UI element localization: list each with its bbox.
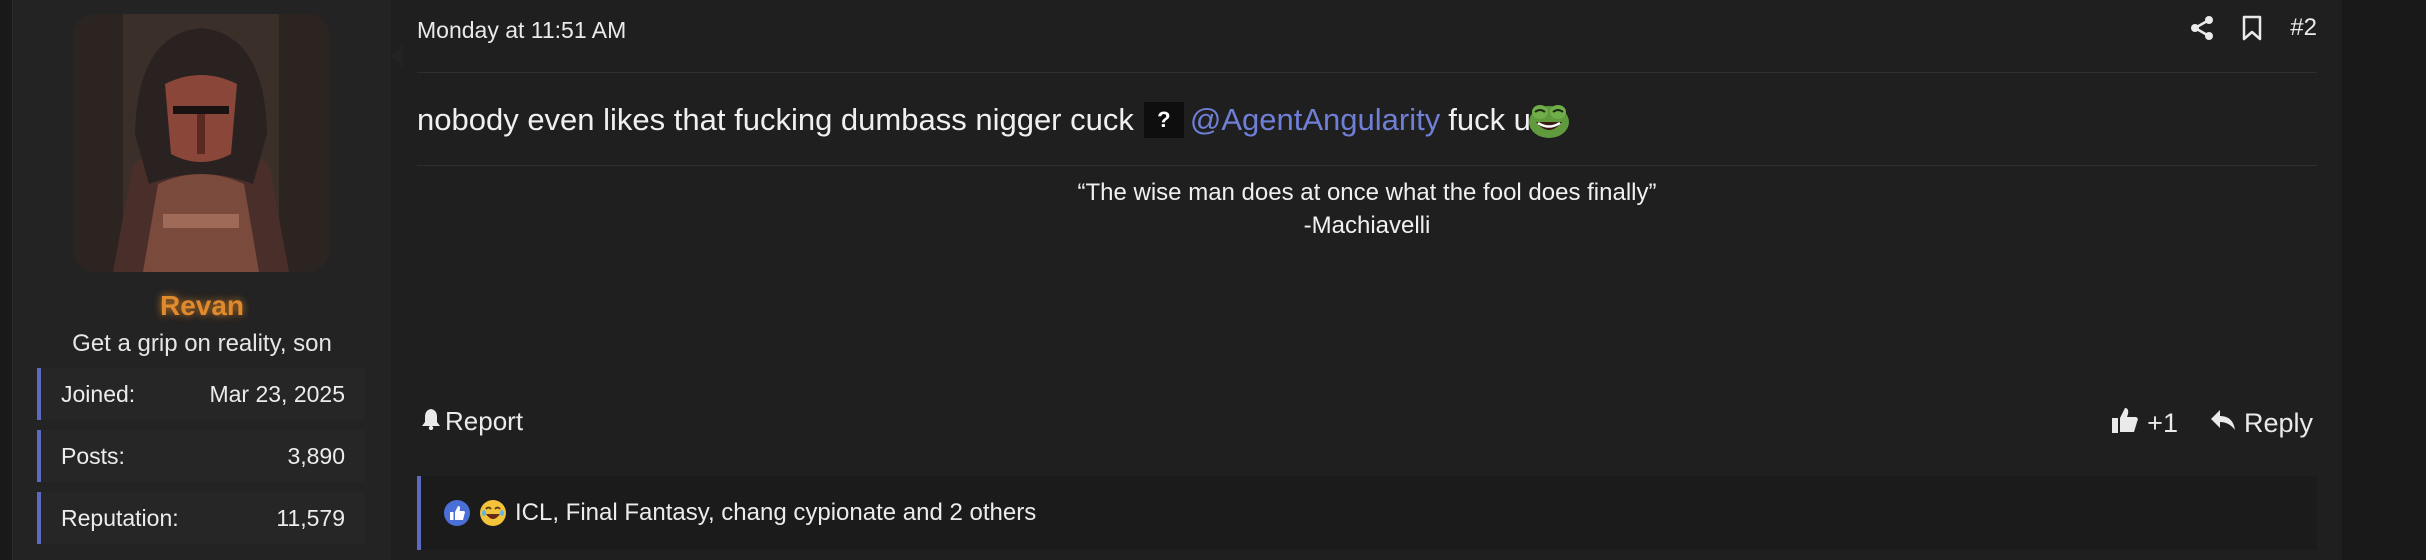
- signature: “The wise man does at once what the fool…: [417, 176, 2317, 242]
- avatar[interactable]: [73, 14, 329, 272]
- reply-icon: [2210, 408, 2236, 439]
- reactions-bar[interactable]: ICL, Final Fantasy, chang cypionate and …: [417, 476, 2317, 550]
- stat-posts: Posts: 3,890: [37, 430, 365, 482]
- signature-author: -Machiavelli: [1303, 212, 1431, 239]
- unknown-glyph: ?: [1143, 102, 1184, 138]
- reply-label: Reply: [2243, 408, 2313, 438]
- signature-quote: “The wise man does at once what the fool…: [1077, 179, 1657, 206]
- stat-label: Joined:: [61, 380, 136, 407]
- bookmark-icon[interactable]: [2242, 15, 2262, 41]
- post-footer-actions: +1 Reply: [2111, 406, 2313, 441]
- page-background-strip: [2342, 0, 2426, 560]
- post-message: nobody even likes that fucking dumbass n…: [417, 100, 1571, 140]
- avatar-image: [73, 14, 329, 272]
- stat-value: 11,579: [276, 504, 345, 531]
- like-icon: [443, 499, 471, 527]
- user-title: Get a grip on reality, son: [72, 330, 332, 357]
- user-mention-link[interactable]: @AgentAngularity: [1190, 102, 1440, 138]
- stat-value: 3,890: [287, 442, 345, 469]
- post-header-actions: #2: [2190, 14, 2317, 42]
- stat-reputation: Reputation: 11,579: [37, 492, 365, 544]
- report-button[interactable]: Report: [421, 406, 523, 437]
- user-info-panel: Revan Get a grip on reality, son Joined:…: [13, 0, 391, 560]
- laughing-emoji-icon: [479, 499, 507, 527]
- laughing-frog-emoji-icon: [1527, 100, 1571, 140]
- stat-label: Posts:: [61, 442, 125, 469]
- like-button[interactable]: +1: [2111, 406, 2178, 441]
- post-number[interactable]: #2: [2290, 14, 2317, 42]
- thumbs-up-icon: [2111, 406, 2139, 441]
- username[interactable]: Revan: [13, 290, 391, 322]
- header-divider: [417, 72, 2317, 73]
- like-count: +1: [2147, 408, 2178, 438]
- post-main: Monday at 11:51 AM #2 nobody even likes …: [415, 0, 2337, 560]
- message-text: nobody even likes that fucking dumbass n…: [417, 102, 1134, 137]
- panel-pointer: [391, 44, 403, 68]
- bell-icon: [421, 406, 441, 437]
- report-label: Report: [445, 406, 524, 436]
- reactions-text[interactable]: ICL, Final Fantasy, chang cypionate and …: [515, 499, 1036, 527]
- stat-label: Reputation:: [61, 504, 179, 531]
- stat-joined: Joined: Mar 23, 2025: [37, 368, 365, 420]
- post-container: Revan Get a grip on reality, son Joined:…: [12, 0, 2344, 560]
- reply-button[interactable]: Reply: [2210, 408, 2313, 439]
- share-icon[interactable]: [2190, 15, 2214, 41]
- post-timestamp[interactable]: Monday at 11:51 AM: [417, 17, 626, 44]
- message-text: fuck u: [1448, 102, 1531, 137]
- signature-divider: [417, 165, 2317, 166]
- stat-value: Mar 23, 2025: [209, 380, 345, 407]
